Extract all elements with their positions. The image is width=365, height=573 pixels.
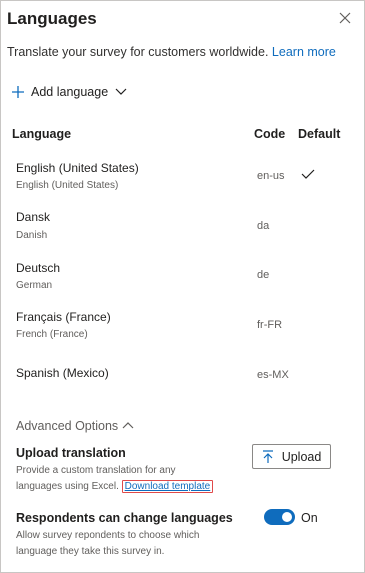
language-native-name: German [16,280,53,291]
download-template-highlight: Download template [121,480,214,493]
upload-icon [262,449,273,463]
download-template-link[interactable]: Download template [125,481,211,492]
language-native-name: English (United States) [16,180,119,191]
respondents-heading: Respondents can change languages [16,511,233,525]
column-header-language: Language [12,127,72,141]
upload-button[interactable]: Upload [252,444,331,469]
language-name: English (United States) [16,161,139,175]
language-name: Deutsch [16,261,61,275]
panel-subtitle: Translate your survey for customers worl… [7,45,336,59]
column-header-code: Code [254,127,286,141]
respondents-desc-line1: Allow survey repondents to choose which [16,530,200,541]
upload-desc-line2-wrap: languages using Excel. Download template [16,479,214,495]
language-name: Spanish (Mexico) [16,366,109,380]
upload-button-label: Upload [281,449,322,464]
advanced-options-toggle[interactable]: Advanced Options [16,419,134,433]
learn-more-link[interactable]: Learn more [272,45,336,59]
toggle-state-label: On [301,511,318,525]
respondents-desc-line2: language they take this survey in. [16,546,165,557]
plus-icon [12,86,24,98]
language-code: de [257,269,270,281]
language-native-name: French (France) [16,329,88,340]
language-code: fr-FR [257,319,283,331]
language-code: es-MX [257,369,289,381]
panel-title: Languages [7,9,97,28]
language-name: Français (France) [16,310,111,324]
add-language-button[interactable]: Add language [11,82,128,102]
advanced-options-label: Advanced Options [16,419,119,433]
close-icon [339,12,351,24]
respondents-description: Allow survey repondents to choose which … [16,528,199,560]
upload-desc-line1: Provide a custom translation for any [16,465,176,476]
languages-panel: Languages Translate your survey for cust… [0,0,365,573]
language-code: en-us [257,170,285,182]
language-code: da [257,220,270,232]
upload-desc-line2: languages using Excel. [16,481,119,492]
respondents-language-toggle[interactable] [264,509,295,525]
language-name: Dansk [16,210,51,224]
upload-translation-description: Provide a custom translation for any lan… [16,463,214,495]
add-language-label: Add language [31,85,109,99]
chevron-down-icon [115,88,127,95]
toggle-knob [282,512,292,522]
column-header-default: Default [298,127,341,141]
upload-translation-heading: Upload translation [16,446,126,460]
language-native-name: Danish [16,230,48,241]
subtitle-text: Translate your survey for customers worl… [7,45,269,59]
chevron-up-icon [122,422,134,429]
checkmark-icon [301,169,315,179]
close-button[interactable] [335,8,355,28]
